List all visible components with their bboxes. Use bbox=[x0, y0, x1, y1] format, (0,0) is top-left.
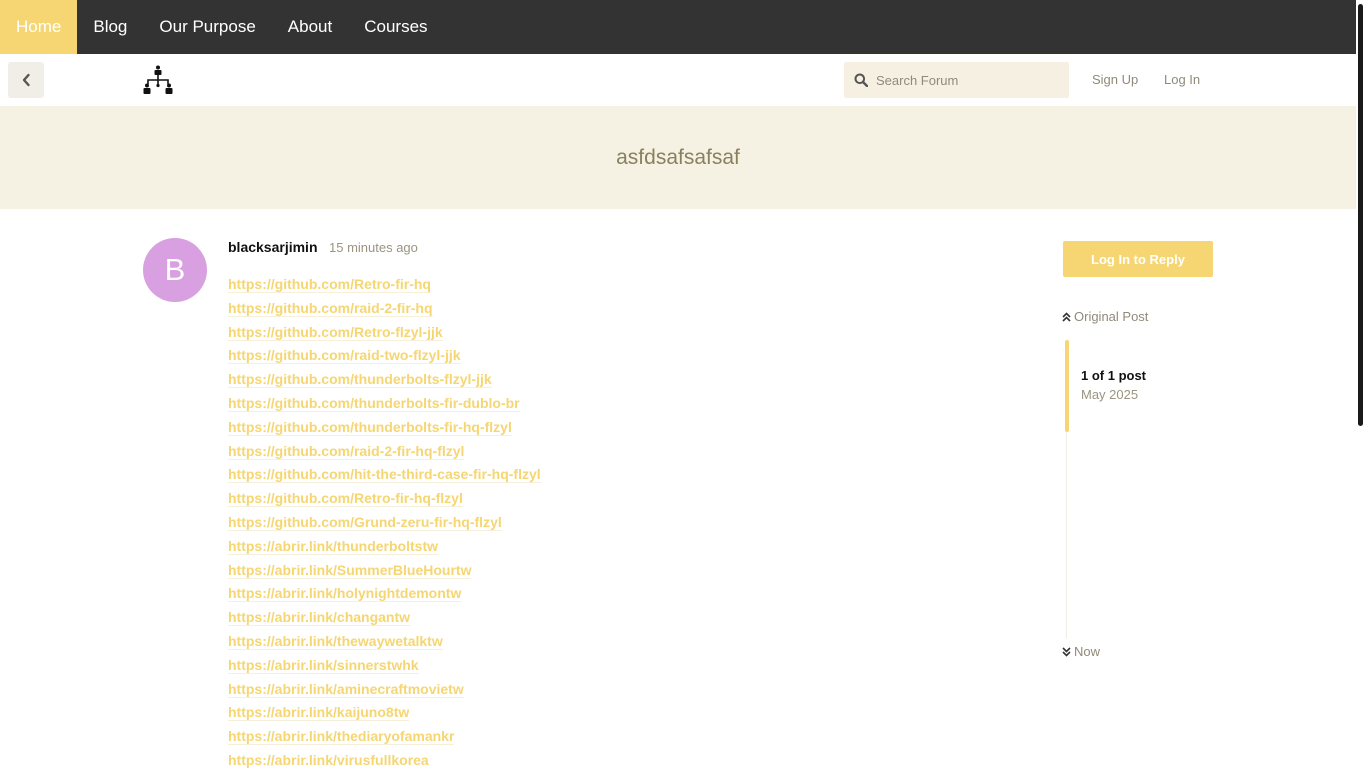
list-item: https://abrir.link/kaijuno8tw bbox=[228, 702, 541, 726]
list-item: https://abrir.link/SummerBlueHourtw bbox=[228, 560, 541, 584]
list-item: https://github.com/Retro-fir-hq-flzyl bbox=[228, 488, 541, 512]
post-link[interactable]: https://github.com/raid-two-flzyl-jjk bbox=[228, 347, 461, 365]
log-in-to-reply-button[interactable]: Log In to Reply bbox=[1063, 241, 1213, 277]
nav-item-blog[interactable]: Blog bbox=[77, 0, 143, 54]
list-item: https://abrir.link/thunderboltstw bbox=[228, 536, 541, 560]
list-item: https://github.com/raid-2-fir-hq-flzyl bbox=[228, 441, 541, 465]
post-link[interactable]: https://github.com/Retro-fir-hq-flzyl bbox=[228, 490, 463, 508]
list-item: https://abrir.link/sinnerstwhk bbox=[228, 655, 541, 679]
list-item: https://github.com/thunderbolts-fir-dubl… bbox=[228, 393, 541, 417]
timeline-scroller-handle[interactable] bbox=[1065, 340, 1069, 432]
post-time[interactable]: 15 minutes ago bbox=[329, 240, 418, 255]
sign-up-link[interactable]: Sign Up bbox=[1092, 72, 1138, 87]
post-link[interactable]: https://github.com/thunderbolts-fir-dubl… bbox=[228, 394, 520, 412]
post-link[interactable]: https://abrir.link/aminecraftmovietw bbox=[228, 680, 464, 698]
search-input[interactable] bbox=[876, 72, 1056, 88]
post-link[interactable]: https://abrir.link/virusfullkorea bbox=[228, 751, 429, 768]
list-item: https://abrir.link/thewaywetalktw bbox=[228, 631, 541, 655]
scrollbar-thumb[interactable] bbox=[1358, 4, 1363, 426]
page-scrollbar[interactable] bbox=[1356, 0, 1366, 768]
post-link[interactable]: https://abrir.link/thunderboltstw bbox=[228, 537, 438, 555]
post-body-links: https://github.com/Retro-fir-hq https://… bbox=[228, 274, 541, 768]
topic-title: asfdsafsafsaf bbox=[616, 145, 740, 169]
nav-item-our-purpose[interactable]: Our Purpose bbox=[143, 0, 271, 54]
post-link[interactable]: https://abrir.link/kaijuno8tw bbox=[228, 704, 410, 722]
list-item: https://github.com/raid-two-flzyl-jjk bbox=[228, 345, 541, 369]
list-item: https://abrir.link/holynightdemontw bbox=[228, 583, 541, 607]
forum-header: Sign Up Log In bbox=[0, 54, 1356, 106]
post-link[interactable]: https://github.com/hit-the-third-case-fi… bbox=[228, 466, 541, 484]
now-label: Now bbox=[1074, 644, 1101, 659]
double-chevron-up-icon bbox=[1062, 311, 1071, 322]
post-link[interactable]: https://abrir.link/SummerBlueHourtw bbox=[228, 561, 472, 579]
post-link[interactable]: https://abrir.link/changantw bbox=[228, 609, 411, 627]
post-link[interactable]: https://abrir.link/thewaywetalktw bbox=[228, 632, 443, 650]
post-link[interactable]: https://github.com/Grund-zeru-fir-hq-flz… bbox=[228, 513, 502, 531]
post-link[interactable]: https://github.com/raid-2-fir-hq-flzyl bbox=[228, 442, 465, 460]
list-item: https://github.com/Retro-flzyl-jjk bbox=[228, 322, 541, 346]
nav-item-about[interactable]: About bbox=[272, 0, 348, 54]
list-item: https://github.com/Retro-fir-hq bbox=[228, 274, 541, 298]
post-link[interactable]: https://github.com/raid-2-fir-hq bbox=[228, 299, 433, 317]
list-item: https://github.com/Grund-zeru-fir-hq-flz… bbox=[228, 512, 541, 536]
post-link[interactable]: https://github.com/thunderbolts-fir-hq-f… bbox=[228, 418, 512, 436]
post-link[interactable]: https://github.com/thunderbolts-flzyl-jj… bbox=[228, 371, 492, 389]
post-link[interactable]: https://github.com/Retro-fir-hq bbox=[228, 276, 431, 293]
back-button[interactable] bbox=[8, 62, 44, 98]
avatar[interactable]: B bbox=[143, 238, 207, 302]
search-box[interactable] bbox=[844, 62, 1069, 98]
post-link[interactable]: https://abrir.link/holynightdemontw bbox=[228, 585, 462, 603]
double-chevron-down-icon bbox=[1062, 646, 1071, 657]
top-nav: Home Blog Our Purpose About Courses bbox=[0, 0, 1356, 54]
list-item: https://github.com/raid-2-fir-hq bbox=[228, 298, 541, 322]
list-item: https://github.com/thunderbolts-fir-hq-f… bbox=[228, 417, 541, 441]
list-item: https://abrir.link/changantw bbox=[228, 607, 541, 631]
original-post-link[interactable]: Original Post bbox=[1062, 309, 1148, 324]
log-in-link[interactable]: Log In bbox=[1164, 72, 1200, 87]
post-link[interactable]: https://abrir.link/sinnerstwhk bbox=[228, 656, 419, 674]
list-item: https://github.com/thunderbolts-flzyl-jj… bbox=[228, 369, 541, 393]
timeline-date: May 2025 bbox=[1081, 387, 1139, 402]
post-link[interactable]: https://github.com/Retro-flzyl-jjk bbox=[228, 323, 443, 341]
nav-item-home[interactable]: Home bbox=[0, 0, 78, 54]
post-author[interactable]: blacksarjimin bbox=[228, 239, 318, 255]
topic-banner: asfdsafsafsaf bbox=[0, 106, 1356, 209]
timeline-post-count: 1 of 1 post bbox=[1081, 368, 1147, 383]
list-item: https://github.com/hit-the-third-case-fi… bbox=[228, 464, 541, 488]
list-item: https://abrir.link/virusfullkorea bbox=[228, 750, 541, 768]
chevron-left-icon bbox=[22, 73, 30, 87]
original-post-label: Original Post bbox=[1074, 309, 1149, 324]
post-link[interactable]: https://abrir.link/thediaryofamankr bbox=[228, 728, 455, 746]
list-item: https://abrir.link/aminecraftmovietw bbox=[228, 679, 541, 703]
jump-to-now-link[interactable]: Now bbox=[1062, 644, 1100, 659]
list-item: https://abrir.link/thediaryofamankr bbox=[228, 726, 541, 750]
sitemap-logo-icon[interactable] bbox=[142, 64, 174, 96]
search-icon bbox=[854, 73, 868, 87]
nav-item-courses[interactable]: Courses bbox=[348, 0, 443, 54]
